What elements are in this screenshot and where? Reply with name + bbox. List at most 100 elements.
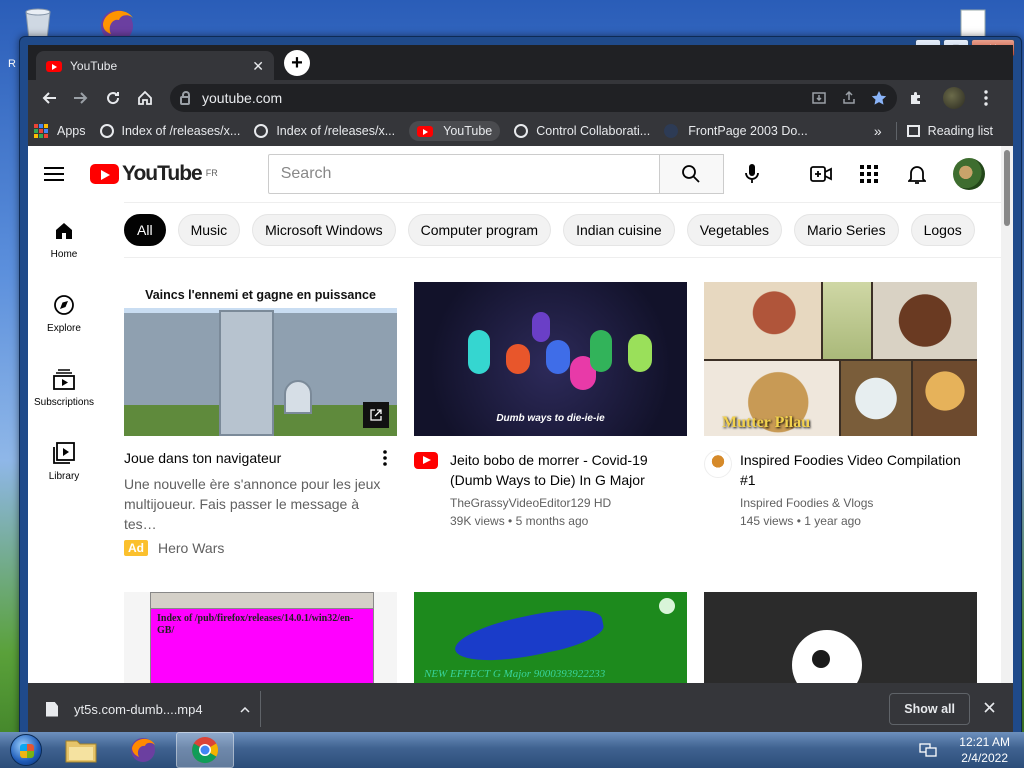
separator-dot: • bbox=[508, 514, 513, 528]
search-button[interactable] bbox=[659, 154, 724, 194]
chevron-up-icon[interactable] bbox=[240, 702, 250, 716]
search-input[interactable]: Search bbox=[267, 154, 660, 194]
taskbar-firefox[interactable] bbox=[114, 732, 172, 768]
more-options-icon[interactable] bbox=[383, 450, 387, 471]
character-graphic bbox=[468, 330, 490, 374]
share-icon[interactable] bbox=[841, 90, 857, 106]
sidebar-item-library[interactable]: Library bbox=[28, 424, 100, 498]
tab-strip: YouTube ✕ + bbox=[28, 45, 1013, 81]
desktop-label: R bbox=[8, 58, 16, 70]
scrollbar-thumb[interactable] bbox=[1004, 150, 1010, 226]
create-video-icon[interactable] bbox=[809, 162, 833, 186]
start-button[interactable] bbox=[4, 732, 48, 768]
taskbar-explorer[interactable] bbox=[52, 732, 110, 768]
ad-badge: Ad bbox=[124, 540, 148, 556]
tab-close-icon[interactable]: ✕ bbox=[252, 58, 264, 75]
channel-avatar[interactable] bbox=[414, 450, 450, 528]
channel-avatar[interactable] bbox=[704, 450, 740, 528]
tab-youtube[interactable]: YouTube ✕ bbox=[36, 51, 274, 81]
folder-icon bbox=[65, 740, 97, 763]
chip-all[interactable]: All bbox=[124, 214, 166, 246]
profile-avatar[interactable] bbox=[943, 87, 965, 109]
install-app-icon[interactable] bbox=[811, 90, 827, 106]
chip-music[interactable]: Music bbox=[177, 214, 241, 246]
account-avatar[interactable] bbox=[953, 158, 985, 190]
download-item[interactable]: yt5s.com-dumb....mp4 bbox=[46, 691, 261, 727]
bookmarks-overflow-chevron-icon[interactable]: » bbox=[874, 123, 882, 139]
food-photo bbox=[873, 282, 977, 359]
globe-icon bbox=[514, 124, 529, 138]
bookmark-control-collaboration[interactable]: Control Collaborati... bbox=[514, 124, 650, 138]
chip-computer-program[interactable]: Computer program bbox=[407, 214, 552, 246]
chip-logos[interactable]: Logos bbox=[910, 214, 975, 246]
bookmark-index-releases-1[interactable]: Index of /releases/x... bbox=[99, 124, 240, 138]
bookmark-youtube[interactable]: YouTube bbox=[409, 121, 501, 141]
video-title[interactable]: Jeito bobo de morrer - Covid-19 (Dumb Wa… bbox=[450, 450, 687, 490]
clock-time: 12:21 AM bbox=[959, 735, 1010, 749]
show-all-button[interactable]: Show all bbox=[889, 693, 970, 725]
clock[interactable]: 12:21 AM 2/4/2022 bbox=[959, 734, 1010, 766]
youtube-page: YouTube FR Search Home Explore Subscript… bbox=[28, 146, 1001, 683]
address-bar[interactable]: youtube.com bbox=[170, 84, 897, 112]
reload-icon[interactable] bbox=[100, 85, 126, 111]
bookmark-label: Control Collaborati... bbox=[536, 124, 651, 138]
channel-name[interactable]: Inspired Foodies & Vlogs bbox=[740, 496, 977, 510]
reading-list-button[interactable]: Reading list bbox=[906, 124, 993, 138]
home-icon bbox=[52, 219, 76, 243]
video-thumbnail[interactable] bbox=[704, 592, 977, 683]
divider bbox=[895, 122, 897, 140]
chrome-window: ▁ ▢ ✕ YouTube ✕ + bbox=[19, 36, 1022, 736]
notifications-bell-icon[interactable] bbox=[905, 162, 929, 186]
page-scrollbar[interactable] bbox=[1001, 146, 1013, 683]
channel-name[interactable]: TheGrassyVideoEditor129 HD bbox=[450, 496, 687, 510]
ad-title[interactable]: Joue dans ton navigateur bbox=[124, 450, 397, 466]
download-file-name[interactable]: yt5s.com-dumb....mp4 bbox=[74, 702, 240, 717]
advertiser-name[interactable]: Hero Wars bbox=[158, 540, 224, 556]
network-icon[interactable] bbox=[919, 742, 937, 758]
video-thumbnail[interactable]: Mutter Pilau bbox=[704, 282, 977, 436]
youtube-play-icon bbox=[90, 164, 119, 184]
external-link-icon[interactable] bbox=[363, 402, 389, 428]
bookmark-star-icon[interactable] bbox=[871, 90, 887, 106]
video-thumbnail[interactable]: Dumb ways to die-ie-ie bbox=[414, 282, 687, 436]
video-card[interactable]: Dumb ways to die-ie-ie Jeito bobo de mor… bbox=[414, 282, 687, 556]
thumbnail-caption: Mutter Pilau bbox=[722, 414, 811, 431]
back-arrow-icon[interactable] bbox=[36, 85, 62, 111]
extensions-puzzle-icon[interactable] bbox=[903, 85, 929, 111]
bookmark-frontpage[interactable]: FrontPage 2003 Do... bbox=[664, 124, 808, 138]
sidebar-item-home[interactable]: Home bbox=[28, 202, 100, 276]
chip-vegetables[interactable]: Vegetables bbox=[686, 214, 783, 246]
ad-thumbnail[interactable]: Vaincs l'ennemi et gagne en puissance bbox=[124, 282, 397, 436]
chip-mario-series[interactable]: Mario Series bbox=[794, 214, 899, 246]
recycle-bin-icon[interactable] bbox=[18, 6, 58, 40]
character-graphic bbox=[546, 340, 570, 374]
bookmark-apps[interactable]: Apps bbox=[34, 124, 86, 138]
browser: YouTube ✕ + youtube.com Apps Index of /r… bbox=[28, 45, 1013, 735]
apps-grid-icon[interactable] bbox=[857, 162, 881, 186]
bookmark-index-releases-2[interactable]: Index of /releases/x... bbox=[254, 124, 395, 138]
video-card[interactable]: Mutter Pilau Inspired Foodies Video Comp… bbox=[704, 282, 977, 556]
video-thumbnail[interactable]: NEW EFFECT G Major 9000393922233 bbox=[414, 592, 687, 683]
hamburger-menu-icon[interactable] bbox=[44, 163, 64, 185]
ad-description: Une nouvelle ère s'annonce pour les jeux… bbox=[124, 476, 381, 532]
chip-indian-cuisine[interactable]: Indian cuisine bbox=[563, 214, 675, 246]
chrome-icon bbox=[192, 737, 219, 764]
sidebar-item-explore[interactable]: Explore bbox=[28, 276, 100, 350]
ad-card[interactable]: Vaincs l'ennemi et gagne en puissance Jo… bbox=[124, 282, 397, 556]
forward-arrow-icon[interactable] bbox=[68, 85, 94, 111]
video-thumbnail[interactable]: Index of /pub/firefox/releases/14.0.1/wi… bbox=[124, 592, 397, 683]
youtube-logo[interactable]: YouTube FR bbox=[90, 162, 218, 186]
chip-microsoft-windows[interactable]: Microsoft Windows bbox=[252, 214, 396, 246]
voice-search-button[interactable] bbox=[732, 154, 772, 194]
url-text[interactable]: youtube.com bbox=[202, 90, 811, 106]
taskbar-chrome[interactable] bbox=[176, 732, 234, 768]
menu-kebab-icon[interactable] bbox=[973, 85, 999, 111]
logo-text: YouTube bbox=[122, 162, 203, 185]
youtube-sidebar: Home Explore Subscriptions Library bbox=[28, 202, 100, 498]
sidebar-item-subscriptions[interactable]: Subscriptions bbox=[28, 350, 100, 424]
close-icon[interactable] bbox=[984, 700, 995, 718]
lock-icon[interactable] bbox=[180, 90, 190, 105]
new-tab-button[interactable]: + bbox=[284, 50, 310, 76]
video-title[interactable]: Inspired Foodies Video Compilation #1 bbox=[740, 450, 977, 490]
home-button-icon[interactable] bbox=[132, 85, 158, 111]
